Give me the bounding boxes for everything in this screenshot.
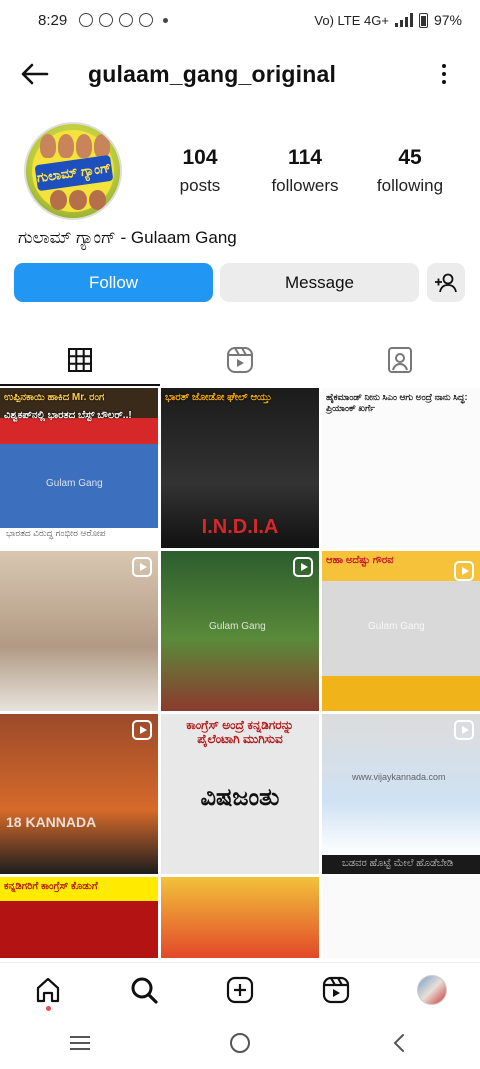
reel-icon	[454, 720, 474, 740]
tab-posts-grid[interactable]	[0, 334, 160, 386]
post-thumbnail[interactable]	[322, 877, 480, 958]
nav-reels[interactable]	[311, 965, 361, 1015]
battery-icon	[418, 12, 428, 28]
signal-icon	[394, 13, 413, 27]
nav-profile[interactable]	[407, 965, 457, 1015]
post-thumbnail[interactable]: Gulam Gang	[161, 551, 319, 711]
add-post-icon	[226, 976, 254, 1003]
post-caption: ಉಪ್ಪಿನಕಾಯಿ ಹಾಕಿದ Mr. ರಂಗ	[4, 392, 105, 403]
stat-label: followers	[271, 176, 339, 195]
post-footer: I.N.D.I.A	[201, 516, 279, 538]
nav-create[interactable]	[215, 965, 265, 1015]
profile-thumbnail	[417, 974, 447, 1005]
grid-icon	[68, 348, 92, 372]
facebook-icon	[139, 13, 154, 27]
network-label: Vo) LTE 4G+	[314, 12, 389, 28]
post-thumbnail[interactable]: www.vijaykannada.com ಬಡವರ ಹೊಟ್ಟೆ ಮೇಲೆ ಹೊ…	[322, 714, 480, 874]
post-caption: ಕನ್ನಡಿಗರಿಗೆ ಕಾಂಗ್ರೆಸ್ ಕೊಡುಗೆ	[4, 881, 98, 892]
post-thumbnail[interactable]: 18 KANNADA	[0, 714, 158, 874]
post-watermark: 18 KANNADA	[6, 814, 97, 830]
post-thumbnail[interactable]	[0, 551, 158, 711]
status-bar: 8:29 Vo) LTE 4G+ 97%	[0, 0, 480, 40]
nav-home[interactable]	[23, 965, 73, 1015]
notification-icons	[79, 13, 169, 27]
stat-value: 104	[182, 146, 218, 169]
post-watermark: Gulam Gang	[46, 478, 103, 489]
reels-icon	[227, 347, 253, 373]
stat-following[interactable]: 45 following	[360, 146, 460, 196]
home-icon	[36, 977, 60, 1002]
stat-followers[interactable]: 114 followers	[255, 146, 355, 196]
options-button[interactable]	[432, 60, 456, 88]
bottom-navigation	[0, 962, 480, 1016]
recent-apps-button[interactable]	[55, 1023, 105, 1063]
profile-header: gulaam_gang_original	[0, 50, 480, 98]
stat-label: posts	[179, 176, 221, 195]
post-watermark: Gulam Gang	[209, 621, 266, 632]
post-thumbnail[interactable]: ಕನ್ನಡಿಗರಿಗೆ ಕಾಂಗ್ರೆಸ್ ಕೊಡುಗೆ	[0, 877, 158, 958]
reel-icon	[132, 720, 152, 740]
more-vertical-icon	[442, 64, 446, 68]
reel-icon	[293, 557, 313, 577]
post-thumbnail[interactable]: ಭಾರತ್ ಜೋಡೋ ಘೇಲ್ ಆಯ್ತು I.N.D.I.A	[161, 388, 319, 548]
b-icon	[119, 13, 134, 27]
tagged-icon	[388, 347, 412, 373]
follow-button[interactable]: Follow	[14, 263, 213, 302]
post-thumbnail[interactable]: ಕಾಂಗ್ರೆಸ್ ಅಂದ್ರೆ ಕನ್ನಡಿಗರನ್ನು ಪೈಲೆಂಟಾಗಿ …	[161, 714, 319, 874]
post-thumbnail[interactable]: ಉಪ್ಪಿನಕಾಯಿ ಹಾಕಿದ Mr. ರಂಗ ವಿಶ್ವಕಪ್‌ನಲ್ಲಿ …	[0, 388, 158, 548]
post-thumbnail[interactable]	[161, 877, 319, 958]
chevron-left-icon	[393, 1033, 404, 1052]
post-footer: ವಿಷಜಂತು	[200, 784, 280, 811]
profile-display-name: ಗುಲಾಮ್ ಗ್ಯಾಂಗ್ - Gulaam Gang	[18, 228, 237, 247]
suggested-accounts-button[interactable]	[427, 263, 465, 302]
post-caption: ಕಾಂಗ್ರೆಸ್ ಅಂದ್ರೆ ಕನ್ನಡಿಗರನ್ನು ಪೈಲೆಂಟಾಗಿ …	[186, 718, 294, 747]
message-button[interactable]: Message	[220, 263, 419, 302]
post-footer: ಬಡವರ ಹೊಟ್ಟೆ ಮೇಲೆ ಹೊಡೆಬೇಡಿ	[342, 858, 454, 869]
profile-stats: 104 posts 114 followers 45 following	[150, 146, 460, 196]
system-navigation	[0, 1016, 480, 1069]
menu-icon	[70, 1035, 90, 1050]
stat-value: 114	[288, 146, 322, 169]
status-time: 8:29	[38, 11, 68, 29]
notification-dot	[46, 1005, 51, 1011]
more-notifications-icon	[163, 17, 169, 23]
post-caption: ಹೈಕಮಾಂಡ್ ನೀನು ಸಿಎಂ ಆಗು ಅಂದ್ರೆ ನಾನು ಸಿದ್ಧ…	[326, 392, 468, 413]
post-thumbnail[interactable]: ಆಹಾ ಅದೆಷ್ಟು ಗೌರವ Gulam Gang	[322, 551, 480, 711]
add-person-icon	[435, 273, 457, 292]
post-footer: ಭಾರತದ ವಿರುದ್ಧ ಗಂಭೀರ ಆರೋಪ	[6, 528, 106, 538]
post-caption: ಭಾರತ್ ಜೋಡೋ ಘೇಲ್ ಆಯ್ತು	[165, 392, 272, 403]
whatsapp-icon	[79, 13, 94, 27]
posts-grid: ಉಪ್ಪಿನಕಾಯಿ ಹಾಕಿದ Mr. ರಂಗ ವಿಶ್ವಕಪ್‌ನಲ್ಲಿ …	[0, 388, 480, 958]
profile-avatar[interactable]: ಗುಲಾಮ್ ಗ್ಯಾಂಗ್	[24, 122, 122, 220]
profile-tabs	[0, 334, 480, 386]
back-button[interactable]	[4, 50, 64, 98]
stat-label: following	[376, 176, 444, 195]
home-system-button[interactable]	[215, 1023, 265, 1063]
post-watermark: Gulam Gang	[368, 621, 425, 632]
stat-value: 45	[398, 146, 422, 169]
post-watermark: www.vijaykannada.com	[352, 772, 446, 782]
reel-icon	[454, 561, 474, 581]
post-thumbnail[interactable]: ಹೈಕಮಾಂಡ್ ನೀನು ಸಿಎಂ ಆಗು ಅಂದ್ರೆ ನಾನು ಸಿದ್ಧ…	[322, 388, 480, 548]
battery-percent: 97%	[433, 12, 462, 28]
chat-icon	[99, 13, 114, 27]
reels-icon	[322, 976, 350, 1003]
reel-icon	[132, 557, 152, 577]
back-system-button[interactable]	[375, 1023, 425, 1063]
post-subcaption: ವಿಶ್ವಕಪ್‌ನಲ್ಲಿ ಭಾರತದ ಬೆಸ್ಟ್ ಬೌಲರ್..!	[4, 410, 132, 421]
circle-icon	[230, 1032, 250, 1053]
tab-tagged[interactable]	[320, 334, 480, 386]
nav-search[interactable]	[119, 965, 169, 1015]
profile-username: gulaam_gang_original	[88, 60, 337, 87]
back-arrow-icon	[21, 63, 49, 85]
stat-posts[interactable]: 104 posts	[150, 146, 250, 196]
status-right: Vo) LTE 4G+ 97%	[314, 12, 462, 28]
tab-reels[interactable]	[160, 334, 320, 386]
search-icon	[131, 977, 158, 1004]
